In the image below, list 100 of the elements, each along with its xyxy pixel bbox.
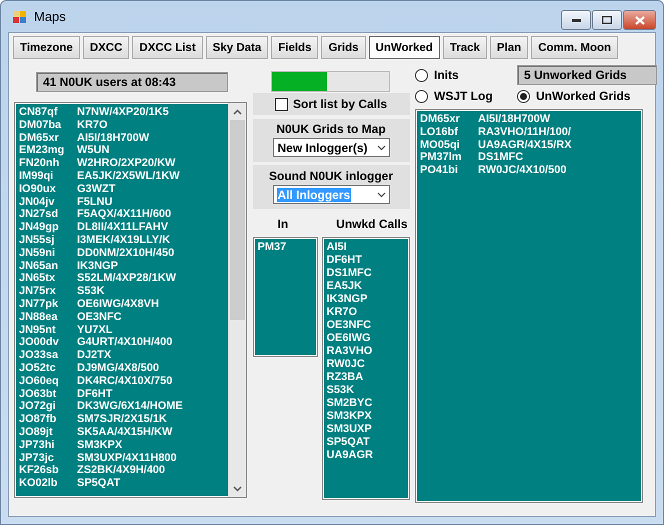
grid-square[interactable]: JO63bt bbox=[19, 388, 77, 400]
callsign-entry[interactable]: G3WZT bbox=[77, 182, 116, 196]
tab[interactable]: Sky Data bbox=[206, 36, 268, 59]
tab[interactable]: UnWorked bbox=[368, 36, 440, 59]
callsign-entry[interactable]: DS1MFC bbox=[326, 267, 404, 280]
callsign-entry[interactable]: N7NW/4XP20/1K5 bbox=[77, 106, 169, 119]
callsign-entry[interactable]: OE6IWG/4X8VH bbox=[77, 298, 159, 311]
callsign-entry[interactable]: DF6HT bbox=[326, 254, 404, 267]
grid-square[interactable]: KF26sb bbox=[19, 464, 77, 478]
callsign-entry[interactable]: DF6HT bbox=[77, 388, 112, 400]
callsign-entry[interactable]: W2HRO/2XP20/KW bbox=[77, 157, 176, 170]
scroll-up-icon[interactable] bbox=[233, 108, 242, 114]
grid-square[interactable]: EM23mg bbox=[19, 144, 77, 158]
callsign-entry[interactable]: RA3VHO/11H/100/ bbox=[478, 126, 571, 139]
grid-square[interactable]: DM65xr bbox=[19, 132, 77, 144]
callsign-entry[interactable]: ZS2BK/4X9H/400 bbox=[77, 464, 166, 478]
grid-square[interactable]: PM37 bbox=[258, 241, 312, 254]
dropdown-caret-icon[interactable] bbox=[376, 192, 386, 198]
callsign-entry[interactable]: DJ9MG/4X8/500 bbox=[77, 362, 159, 375]
grid-square[interactable]: JN59ni bbox=[19, 246, 77, 260]
tab[interactable]: Timezone bbox=[13, 36, 80, 59]
radio-icon[interactable] bbox=[415, 68, 428, 82]
sound-dropdown[interactable]: All Inloggers bbox=[272, 185, 390, 204]
close-button[interactable] bbox=[623, 10, 656, 30]
grid-square[interactable]: JN27sd bbox=[19, 208, 77, 222]
radio-option[interactable]: Inits bbox=[415, 68, 517, 82]
grid-square[interactable]: JO87fb bbox=[19, 413, 77, 426]
callsign-entry[interactable]: DJ2TX bbox=[77, 349, 112, 362]
tab[interactable]: Grids bbox=[321, 36, 366, 59]
callsign-entry[interactable]: AI5I/18H700W bbox=[478, 113, 550, 126]
radio-icon[interactable] bbox=[517, 90, 530, 102]
tab[interactable]: Comm. Moon bbox=[531, 36, 618, 59]
checkbox-icon[interactable] bbox=[274, 98, 288, 110]
callsign-entry[interactable]: IK3NGP bbox=[77, 260, 118, 272]
grid-square[interactable]: JO33sa bbox=[19, 349, 77, 362]
grid-square[interactable]: JO89jt bbox=[19, 426, 77, 439]
grid-square[interactable]: JN75rx bbox=[19, 285, 77, 298]
tab[interactable]: DXCC bbox=[82, 36, 130, 59]
grids-dropdown[interactable]: New Inlogger(s) bbox=[272, 138, 390, 157]
callsign-entry[interactable]: UA9AGR bbox=[326, 449, 404, 462]
grid-square[interactable]: JO72gi bbox=[19, 400, 77, 414]
grid-square[interactable]: MO05qi bbox=[420, 138, 478, 152]
tab[interactable]: Fields bbox=[271, 36, 318, 59]
callsign-entry[interactable]: OE3NFC bbox=[326, 319, 404, 332]
unworked-calls-list[interactable]: AI5I DF6HT DS1MFC EA5JK IK3NGP KR7O OE3NFC OE6IWG RA3VHO RW0JC RZ3BA S53K SM2BYC SM3KPX SM3UXP SP5QAT UA9AGR bbox=[322, 237, 410, 500]
callsign-entry[interactable]: KR7O bbox=[77, 118, 108, 132]
grid-square[interactable]: PM37lm bbox=[420, 151, 478, 164]
grid-square[interactable]: JO52tc bbox=[19, 362, 77, 375]
callsign-entry[interactable]: RW0JC/4X10/500 bbox=[478, 164, 566, 177]
callsign-entry[interactable]: SK5AA/4X15H/KW bbox=[77, 426, 172, 439]
tab[interactable]: Plan bbox=[490, 36, 528, 59]
grid-square[interactable]: JN55sj bbox=[19, 234, 77, 247]
grid-square[interactable]: LO16bf bbox=[420, 126, 478, 139]
callsign-entry[interactable]: EA5JK bbox=[326, 280, 404, 293]
callsign-entry[interactable]: RW0JC bbox=[326, 358, 404, 371]
callsign-entry[interactable]: DK4RC/4X10X/750 bbox=[77, 374, 172, 388]
grid-square[interactable]: IO90ux bbox=[19, 182, 77, 196]
callsign-entry[interactable]: I3MEK/4X19LLY/K bbox=[77, 234, 170, 247]
grid-square[interactable]: JN95nt bbox=[19, 324, 77, 336]
grid-square[interactable]: JO00dv bbox=[19, 336, 77, 350]
callsign-entry[interactable]: RA3VHO bbox=[326, 345, 404, 358]
dropdown-caret-icon[interactable] bbox=[376, 144, 386, 150]
callsign-entry[interactable]: SM3KPX bbox=[77, 438, 122, 452]
radio-icon[interactable] bbox=[415, 90, 428, 102]
radio-option[interactable]: UnWorked Grids bbox=[517, 89, 657, 103]
callsign-entry[interactable]: IK3NGP bbox=[326, 293, 404, 306]
callsign-entry[interactable]: SM3UXP bbox=[326, 423, 404, 436]
callsign-entry[interactable]: AI5I/18H700W bbox=[77, 132, 150, 144]
grid-square[interactable]: JN49gp bbox=[19, 221, 77, 234]
inlogger-list[interactable]: PM37 bbox=[252, 237, 318, 357]
grid-square[interactable]: IM99qi bbox=[19, 170, 77, 183]
grid-square[interactable]: JP73hi bbox=[19, 438, 77, 452]
scroll-down-icon[interactable] bbox=[233, 486, 242, 492]
callsign-entry[interactable]: EA5JK/2X5WL/1KW bbox=[77, 170, 180, 183]
callsign-entry[interactable]: DS1MFC bbox=[478, 151, 524, 164]
callsign-entry[interactable]: SM2BYC bbox=[326, 397, 404, 410]
callsign-entry[interactable]: SM7SJR/2X15/1K bbox=[77, 413, 167, 426]
callsign-entry[interactable]: DD0NM/2X10H/450 bbox=[77, 246, 174, 260]
callsign-entry[interactable]: DL8II/4X11LFAHV bbox=[77, 221, 168, 234]
callsign-entry[interactable]: OE3NFC bbox=[77, 310, 122, 324]
radio-option[interactable]: WSJT Log bbox=[415, 89, 517, 103]
callsign-entry[interactable]: YU7XL bbox=[77, 324, 112, 336]
grid-square[interactable]: JO60eq bbox=[19, 374, 77, 388]
tab[interactable]: Track bbox=[442, 36, 487, 59]
grid-square[interactable]: JP73jc bbox=[19, 452, 77, 464]
callsign-entry[interactable]: G4URT/4X10H/400 bbox=[77, 336, 172, 350]
callsign-entry[interactable]: F5LNU bbox=[77, 196, 112, 208]
grid-square[interactable]: JN04jv bbox=[19, 196, 77, 208]
callsign-entry[interactable]: OE6IWG bbox=[326, 332, 404, 345]
callsign-entry[interactable]: W5UN bbox=[77, 144, 110, 158]
scroll-thumb[interactable] bbox=[230, 120, 245, 320]
minimize-button[interactable] bbox=[561, 10, 591, 30]
grid-square[interactable]: DM65xr bbox=[420, 113, 478, 126]
maximize-button[interactable] bbox=[592, 10, 622, 30]
grid-square[interactable]: FN20nh bbox=[19, 157, 77, 170]
grid-square[interactable]: DM07ba bbox=[19, 118, 77, 132]
callsign-entry[interactable]: UA9AGR/4X15/RX bbox=[478, 138, 572, 152]
grid-square[interactable]: PO41bi bbox=[420, 164, 478, 177]
callsign-entry[interactable]: SM3UXP/4X11H800 bbox=[77, 452, 177, 464]
callsign-entry[interactable]: S53K bbox=[326, 384, 404, 397]
